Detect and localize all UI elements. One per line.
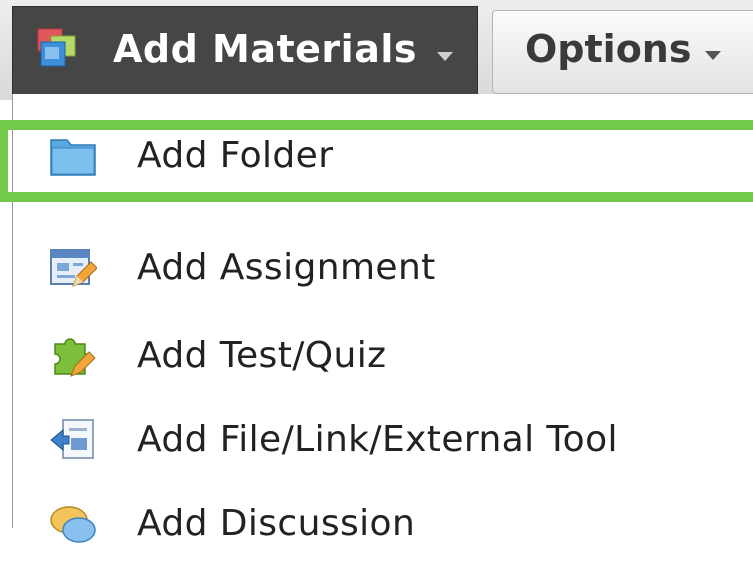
add-materials-menu: Add Folder Add Assignment Add Test/Quiz … [12,94,753,544]
menu-item-label: Add Discussion [137,503,416,544]
menu-item-add-discussion[interactable]: Add Discussion [13,484,753,564]
menu-item-label: Add Assignment [137,247,436,288]
assignment-icon [50,249,97,287]
add-materials-label: Add Materials [113,27,417,71]
menu-item-add-test-quiz[interactable]: Add Test/Quiz [13,316,753,396]
chevron-down-icon [705,51,721,60]
menu-item-add-folder[interactable]: Add Folder [13,116,753,196]
add-materials-icon [37,28,76,67]
menu-item-label: Add Folder [137,135,334,176]
folder-icon [50,139,96,176]
menu-item-add-assignment[interactable]: Add Assignment [13,228,753,308]
menu-item-label: Add File/Link/External Tool [137,419,618,460]
menu-item-add-file-link[interactable]: Add File/Link/External Tool [13,400,753,480]
test-quiz-icon [54,338,96,377]
menu-item-label: Add Test/Quiz [137,335,387,376]
file-link-icon [50,419,94,459]
options-button[interactable]: Options [492,10,753,94]
chevron-down-icon [437,52,453,61]
discussion-icon [50,506,96,543]
add-materials-button[interactable]: Add Materials [12,6,478,94]
toolbar: Add Materials Options [0,0,753,100]
options-label: Options [525,27,692,71]
